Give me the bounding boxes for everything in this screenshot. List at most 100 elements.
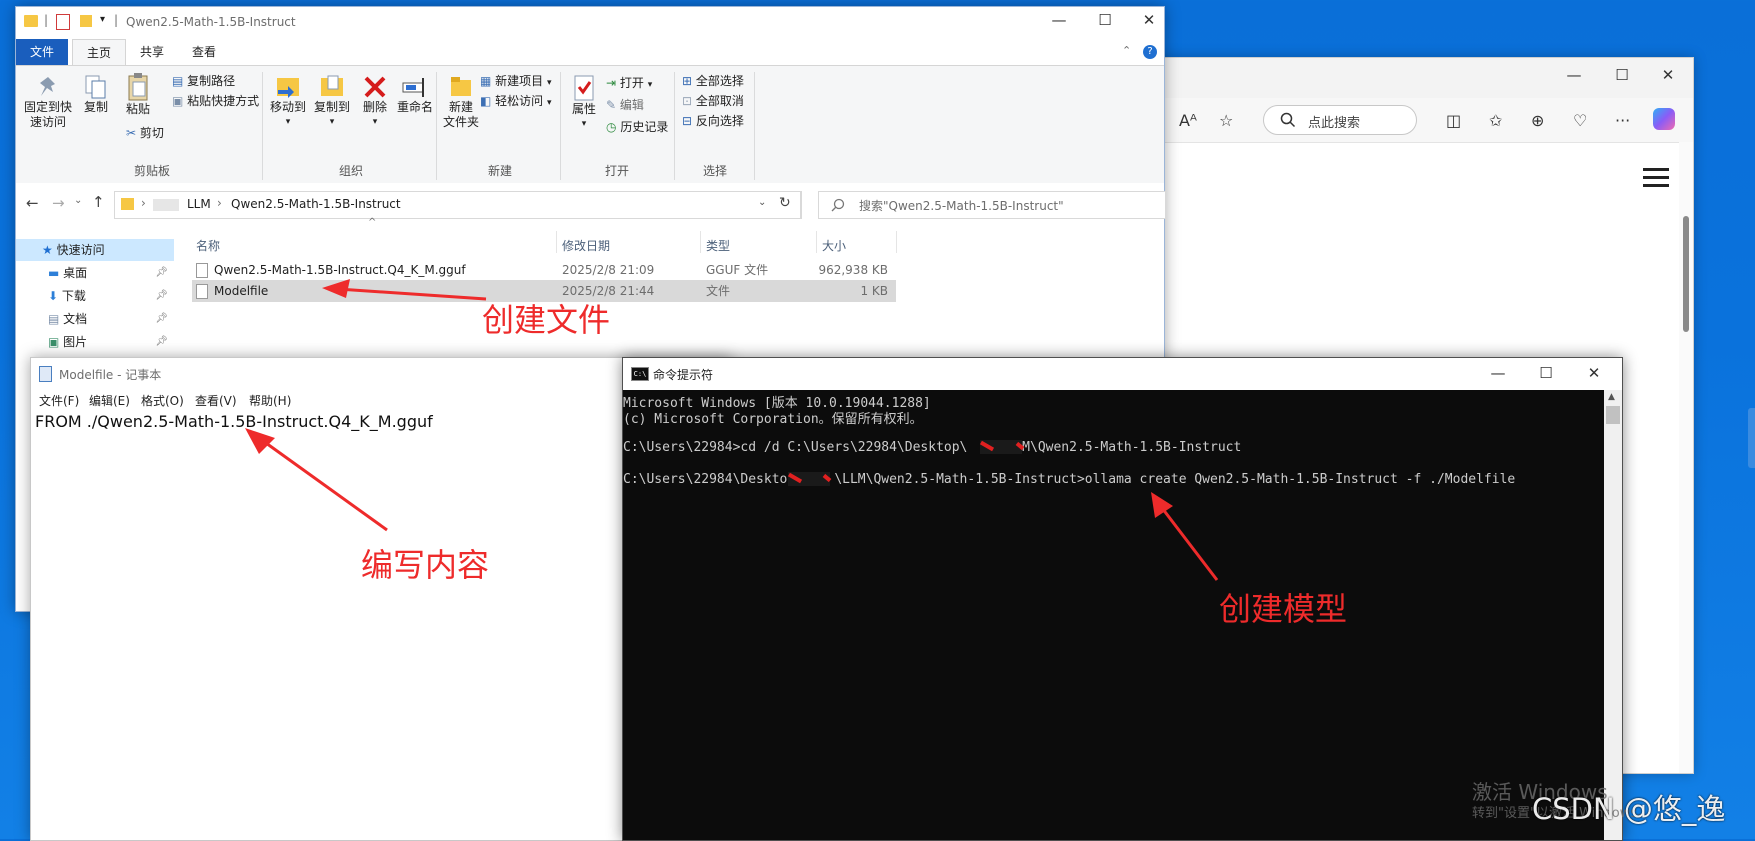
tab-file[interactable]: 文件 xyxy=(16,39,69,65)
annotation-arrow xyxy=(1151,492,1219,581)
split-screen-icon[interactable]: ◫ xyxy=(1446,111,1461,130)
refresh-button[interactable]: ↻ xyxy=(772,191,801,219)
invert-selection-button[interactable]: ⊟ 反向选择 xyxy=(682,112,744,129)
new-folder-label: 新建 文件夹 xyxy=(442,100,479,129)
tab-home[interactable]: 主页 xyxy=(72,39,127,66)
collections-icon[interactable]: ⊕ xyxy=(1531,111,1544,130)
tab-view[interactable]: 查看 xyxy=(178,39,230,65)
new-folder-small-icon[interactable] xyxy=(80,15,92,27)
forward-arrow-icon[interactable]: → xyxy=(52,194,65,212)
move-to-button[interactable]: 移动到 ▾ xyxy=(268,74,308,130)
copilot-icon[interactable] xyxy=(1653,108,1675,130)
explorer-search-box[interactable]: 搜索"Qwen2.5-Math-1.5B-Instruct" xyxy=(818,191,1166,219)
nav-item-desktop[interactable]: ▬ 桌面 📌︎ xyxy=(48,262,168,284)
file-row[interactable]: Qwen2.5-Math-1.5B-Instruct.Q4_K_M.gguf 2… xyxy=(192,259,896,281)
file-size: 962,938 KB xyxy=(818,263,888,277)
menu-view[interactable]: 查看(V) xyxy=(195,392,237,409)
rename-icon xyxy=(402,78,424,97)
cmd-close-button[interactable]: ✕ xyxy=(1571,364,1617,382)
cmd-maximize-button[interactable]: ☐ xyxy=(1523,364,1569,382)
breadcrumb-current[interactable]: Qwen2.5-Math-1.5B-Instruct xyxy=(231,197,401,211)
csdn-watermark: CSDN @悠_逸 xyxy=(1532,792,1726,826)
properties-button[interactable]: 属性 ▾ xyxy=(566,74,602,132)
copy-path-button[interactable]: ▤ 复制路径 xyxy=(172,72,235,89)
copy-to-icon xyxy=(321,75,343,96)
explorer-minimize-button[interactable]: — xyxy=(1036,11,1082,29)
edit-label: 编辑 xyxy=(619,98,644,112)
delete-button[interactable]: 删除 ▾ xyxy=(358,74,392,130)
column-divider[interactable] xyxy=(556,231,557,253)
nav-item-downloads[interactable]: ⬇ 下载 📌︎ xyxy=(48,285,168,307)
nav-quick-access[interactable]: ★ 快速访问 xyxy=(16,239,174,261)
cmd-minimize-button[interactable]: — xyxy=(1475,364,1521,382)
scroll-up-icon[interactable]: ▲ xyxy=(1608,392,1615,402)
history-button[interactable]: ◷ 历史记录 xyxy=(606,118,668,135)
nav-item-documents[interactable]: ▤ 文档 📌︎ xyxy=(48,308,168,330)
browser-essentials-icon[interactable]: ♡ xyxy=(1573,111,1587,130)
browser-scrollbar[interactable] xyxy=(1679,142,1693,773)
select-all-button[interactable]: ⊞ 全部选择 xyxy=(682,72,744,89)
menu-format[interactable]: 格式(O) xyxy=(141,392,184,409)
column-header-type[interactable]: 类型 xyxy=(706,237,730,254)
paste-button[interactable]: 粘贴 xyxy=(120,72,156,117)
up-arrow-icon[interactable]: ↑ xyxy=(92,193,105,211)
column-header-name[interactable]: 名称 xyxy=(196,237,220,254)
more-icon[interactable]: ··· xyxy=(1615,111,1630,130)
help-icon[interactable]: ? xyxy=(1143,45,1157,59)
nav-item-pictures[interactable]: ▣ 图片 📌︎ xyxy=(48,331,168,353)
menu-file[interactable]: 文件(F) xyxy=(39,392,79,409)
select-none-button[interactable]: ⊡ 全部取消 xyxy=(682,92,744,109)
browser-search-box[interactable]: 点此搜索 xyxy=(1263,105,1417,135)
file-type: 文件 xyxy=(706,284,731,298)
hamburger-menu-icon[interactable] xyxy=(1643,168,1669,192)
paste-shortcut-label: 粘贴快捷方式 xyxy=(187,94,260,108)
browser-scrollbar-thumb[interactable] xyxy=(1683,216,1689,332)
explorer-maximize-button[interactable]: ☐ xyxy=(1082,11,1128,29)
favorite-star-icon[interactable]: ☆ xyxy=(1219,111,1233,130)
browser-minimize-button[interactable]: — xyxy=(1551,66,1597,84)
folder-icon xyxy=(121,198,134,210)
new-folder-button[interactable]: 新建 文件夹 xyxy=(440,74,482,130)
properties-check-icon[interactable] xyxy=(56,14,70,30)
address-dropdown-icon[interactable]: ⌄ xyxy=(758,197,766,208)
read-aloud-icon[interactable]: Aᴬ xyxy=(1179,111,1197,130)
group-label-open: 打开 xyxy=(604,164,629,178)
column-divider[interactable] xyxy=(700,231,701,253)
menu-edit[interactable]: 编辑(E) xyxy=(89,392,130,409)
browser-maximize-button[interactable]: ☐ xyxy=(1599,66,1645,84)
menu-help[interactable]: 帮助(H) xyxy=(249,392,291,409)
favorites-icon[interactable]: ✩ xyxy=(1489,111,1502,130)
tab-share[interactable]: 共享 xyxy=(126,39,178,65)
new-item-icon: ▦ xyxy=(480,74,492,88)
notepad-title: Modelfile - 记事本 xyxy=(59,368,162,382)
copy-to-button[interactable]: 复制到 ▾ xyxy=(312,74,352,130)
browser-close-button[interactable]: ✕ xyxy=(1645,66,1691,84)
column-header-modified[interactable]: 修改日期 xyxy=(562,237,610,254)
paste-shortcut-button[interactable]: ▣ 粘贴快捷方式 xyxy=(172,92,259,109)
address-bar[interactable]: › LLM › Qwen2.5-Math-1.5B-Instruct ⌄ xyxy=(114,191,802,219)
file-icon xyxy=(196,263,208,278)
scissors-icon: ✂ xyxy=(126,126,137,140)
edit-button[interactable]: ✎ 编辑 xyxy=(606,96,644,113)
breadcrumb-llm[interactable]: LLM xyxy=(187,197,211,211)
rename-button[interactable]: 重命名 xyxy=(394,74,436,115)
copy-button[interactable]: 复制 xyxy=(78,74,114,115)
cmd-console[interactable]: Microsoft Windows [版本 10.0.19044.1288] (… xyxy=(623,390,1604,840)
cmd-scrollbar-thumb[interactable] xyxy=(1606,406,1620,424)
recent-locations-icon[interactable]: ⌄ xyxy=(74,195,82,206)
explorer-close-button[interactable]: ✕ xyxy=(1126,11,1172,29)
picture-icon: ▣ xyxy=(48,335,60,349)
back-arrow-icon[interactable]: ← xyxy=(26,194,39,212)
cmd-scrollbar[interactable]: ▲ xyxy=(1604,390,1622,840)
quick-access-dropdown-icon[interactable]: ▾ xyxy=(100,14,105,25)
collapse-ribbon-icon[interactable]: ⌃ xyxy=(1122,44,1131,57)
column-divider[interactable] xyxy=(896,231,897,253)
column-header-size[interactable]: 大小 xyxy=(822,237,846,254)
easy-access-button[interactable]: ◧ 轻松访问 ▾ xyxy=(480,92,552,109)
console-line: C:\Users\22984>cd /d C:\Users\22984\Desk… xyxy=(623,440,1242,455)
cut-button[interactable]: ✂ 剪切 xyxy=(126,124,164,141)
new-item-button[interactable]: ▦ 新建项目 ▾ xyxy=(480,72,552,89)
open-button[interactable]: ⇥ 打开 ▾ xyxy=(606,74,652,91)
pin-quick-access-button[interactable]: 固定到快 速访问 xyxy=(24,74,72,130)
column-divider[interactable] xyxy=(816,231,817,253)
